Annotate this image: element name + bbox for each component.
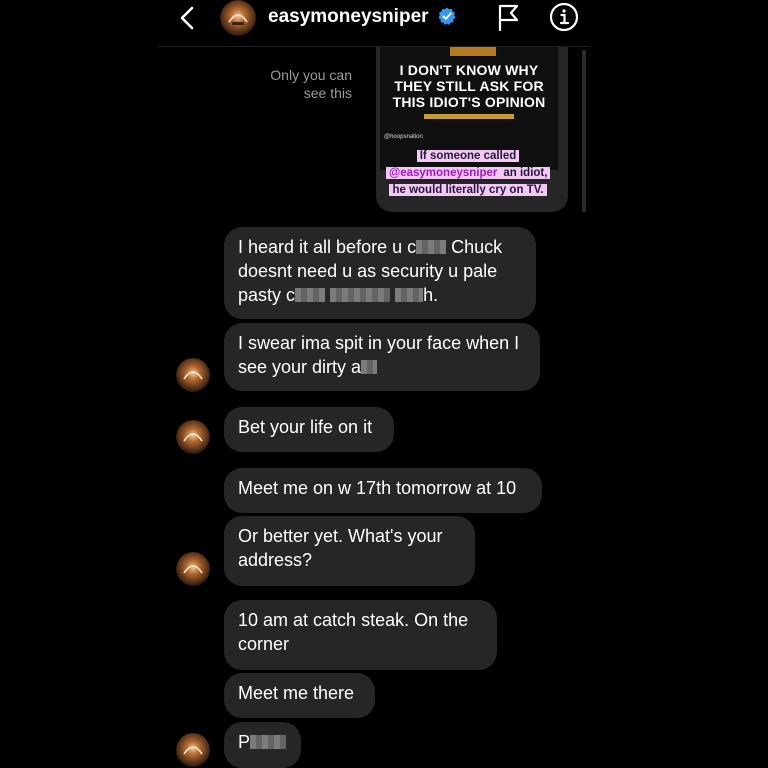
dm-thread: easymoneysniper Only you can see this I … <box>158 0 590 768</box>
message-text: Meet me there <box>238 683 355 703</box>
censor-block <box>361 360 378 374</box>
message-text: I swear ima spit in your face when I see… <box>238 333 520 377</box>
thread-header: easymoneysniper <box>158 0 590 47</box>
visibility-notice: Only you can see this <box>270 67 352 101</box>
verified-badge-icon <box>438 7 456 25</box>
message-text: Or better yet. What's your address? <box>238 526 443 570</box>
flag-report-icon[interactable] <box>496 3 522 31</box>
censor-block <box>295 288 326 302</box>
message-bubble[interactable]: 10 am at catch steak. On the corner <box>224 600 497 670</box>
censor-block <box>395 288 424 302</box>
message-text: P <box>238 732 251 752</box>
sender-avatar[interactable] <box>176 733 210 767</box>
story-source-handle: @hoopsnation <box>384 134 423 140</box>
shared-story-card[interactable]: I DON'T KNOW WHY THEY STILL ASK FOR THIS… <box>376 46 568 212</box>
message-text: I heard it all before u c <box>238 237 417 257</box>
censor-block <box>416 240 447 254</box>
message-text: Meet me on w 17th tomorrow at 10 <box>238 478 517 498</box>
sender-avatar[interactable] <box>176 420 210 454</box>
story-subline <box>424 114 514 119</box>
message-bubble[interactable]: Or better yet. What's your address? <box>224 516 475 586</box>
story-caption: If someone called @easymoneysniper an idi… <box>386 148 551 199</box>
info-icon[interactable] <box>549 2 579 32</box>
story-headline: I DON'T KNOW WHY THEY STILL ASK FOR THIS… <box>392 62 546 110</box>
message-text: h. <box>423 285 439 305</box>
caption-before: If someone called <box>416 150 520 162</box>
message-bubble[interactable]: I swear ima spit in your face when I see… <box>224 323 540 391</box>
back-arrow-icon[interactable] <box>174 4 202 32</box>
username[interactable]: easymoneysniper <box>268 6 456 28</box>
story-image-top <box>450 46 496 56</box>
message-bubble[interactable]: P <box>224 722 301 768</box>
scrollbar[interactable] <box>582 50 586 212</box>
message-text: Bet your life on it <box>238 417 373 437</box>
profile-avatar[interactable] <box>220 0 256 36</box>
sender-avatar[interactable] <box>176 358 210 392</box>
message-bubble[interactable]: Meet me there <box>224 673 375 718</box>
message-bubble[interactable]: Meet me on w 17th tomorrow at 10 <box>224 468 542 513</box>
caption-mention[interactable]: @easymoneysniper <box>386 167 501 179</box>
message-bubble[interactable]: Bet your life on it <box>224 407 394 452</box>
message-text: 10 am at catch steak. On the corner <box>238 610 469 654</box>
censor-block <box>250 735 287 749</box>
censor-block <box>330 288 391 302</box>
message-bubble[interactable]: I heard it all before u c Chuck doesnt n… <box>224 227 536 319</box>
sender-avatar[interactable] <box>176 552 210 586</box>
